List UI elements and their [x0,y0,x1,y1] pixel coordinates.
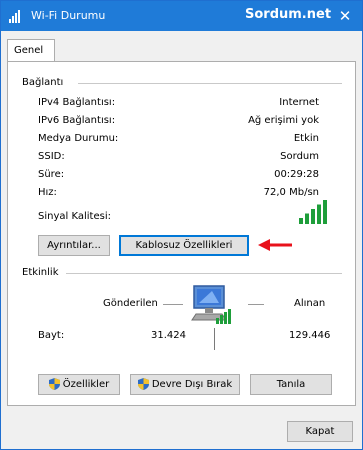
wifi-signal-icon [9,10,20,23]
connection-divider [78,83,342,84]
activity-divider [66,273,342,274]
bytes-sent-value: 31.424 [151,330,186,341]
sent-label: Gönderilen [103,298,158,309]
diagnose-button[interactable]: Tanıla [250,374,332,395]
received-line [248,304,264,305]
signal-bar [305,213,309,224]
title-bar: Wi-Fi Durumu Sordum.net ✕ [1,1,362,31]
title-close-button[interactable]: ✕ [331,3,359,29]
watermark-text: Sordum.net [245,7,332,22]
signal-strength-icon [299,200,327,224]
uac-shield-icon [137,378,149,390]
media-state-value: Etkin [293,133,319,144]
network-computer-icon [191,285,231,324]
ssid-value: Sordum [280,151,319,162]
signal-bar [299,218,303,224]
red-arrow-icon [258,239,292,251]
close-button[interactable]: Kapat [287,421,353,442]
wifi-status-window: Wi-Fi Durumu Sordum.net ✕ Genel Bağlantı… [0,0,363,450]
received-label: Alınan [294,298,326,309]
ssid-label: SSID: [38,151,65,162]
disable-button-label: Devre Dışı Bırak [151,379,233,390]
connection-section-title: Bağlantı [22,77,64,88]
ipv6-value: Ağ erişimi yok [248,115,319,126]
activity-section-title: Etkinlik [22,267,59,278]
signal-bar [323,200,327,224]
disable-button[interactable]: Devre Dışı Bırak [130,374,240,395]
sent-line [163,304,183,305]
duration-label: Süre: [38,169,65,180]
tab-bar: Genel [1,31,362,62]
close-icon: ✕ [338,7,352,25]
window-title: Wi-Fi Durumu [31,9,106,22]
details-button[interactable]: Ayrıntılar... [38,235,110,256]
bytes-divider [214,328,215,350]
ipv4-label: IPv4 Bağlantısı: [38,97,116,108]
speed-label: Hız: [38,187,57,198]
bytes-received-value: 129.446 [289,330,331,341]
ipv4-value: Internet [279,97,319,108]
bytes-label: Bayt: [38,330,65,341]
tab-general[interactable]: Genel [7,39,55,62]
properties-button-label: Özellikler [62,379,110,390]
signal-bar [311,209,315,224]
uac-shield-icon [48,378,60,390]
speed-value: 72,0 Mb/sn [263,187,319,198]
media-state-label: Medya Durumu: [38,133,119,144]
signal-quality-label: Sinyal Kalitesi: [38,211,111,222]
ipv6-label: IPv6 Bağlantısı: [38,115,116,126]
signal-bar [317,204,321,224]
wireless-properties-button[interactable]: Kablosuz Özellikleri [119,235,249,256]
properties-button[interactable]: Özellikler [38,374,120,395]
general-panel: Bağlantı IPv4 Bağlantısı: Internet IPv6 … [7,61,356,406]
duration-value: 00:29:28 [274,169,319,180]
